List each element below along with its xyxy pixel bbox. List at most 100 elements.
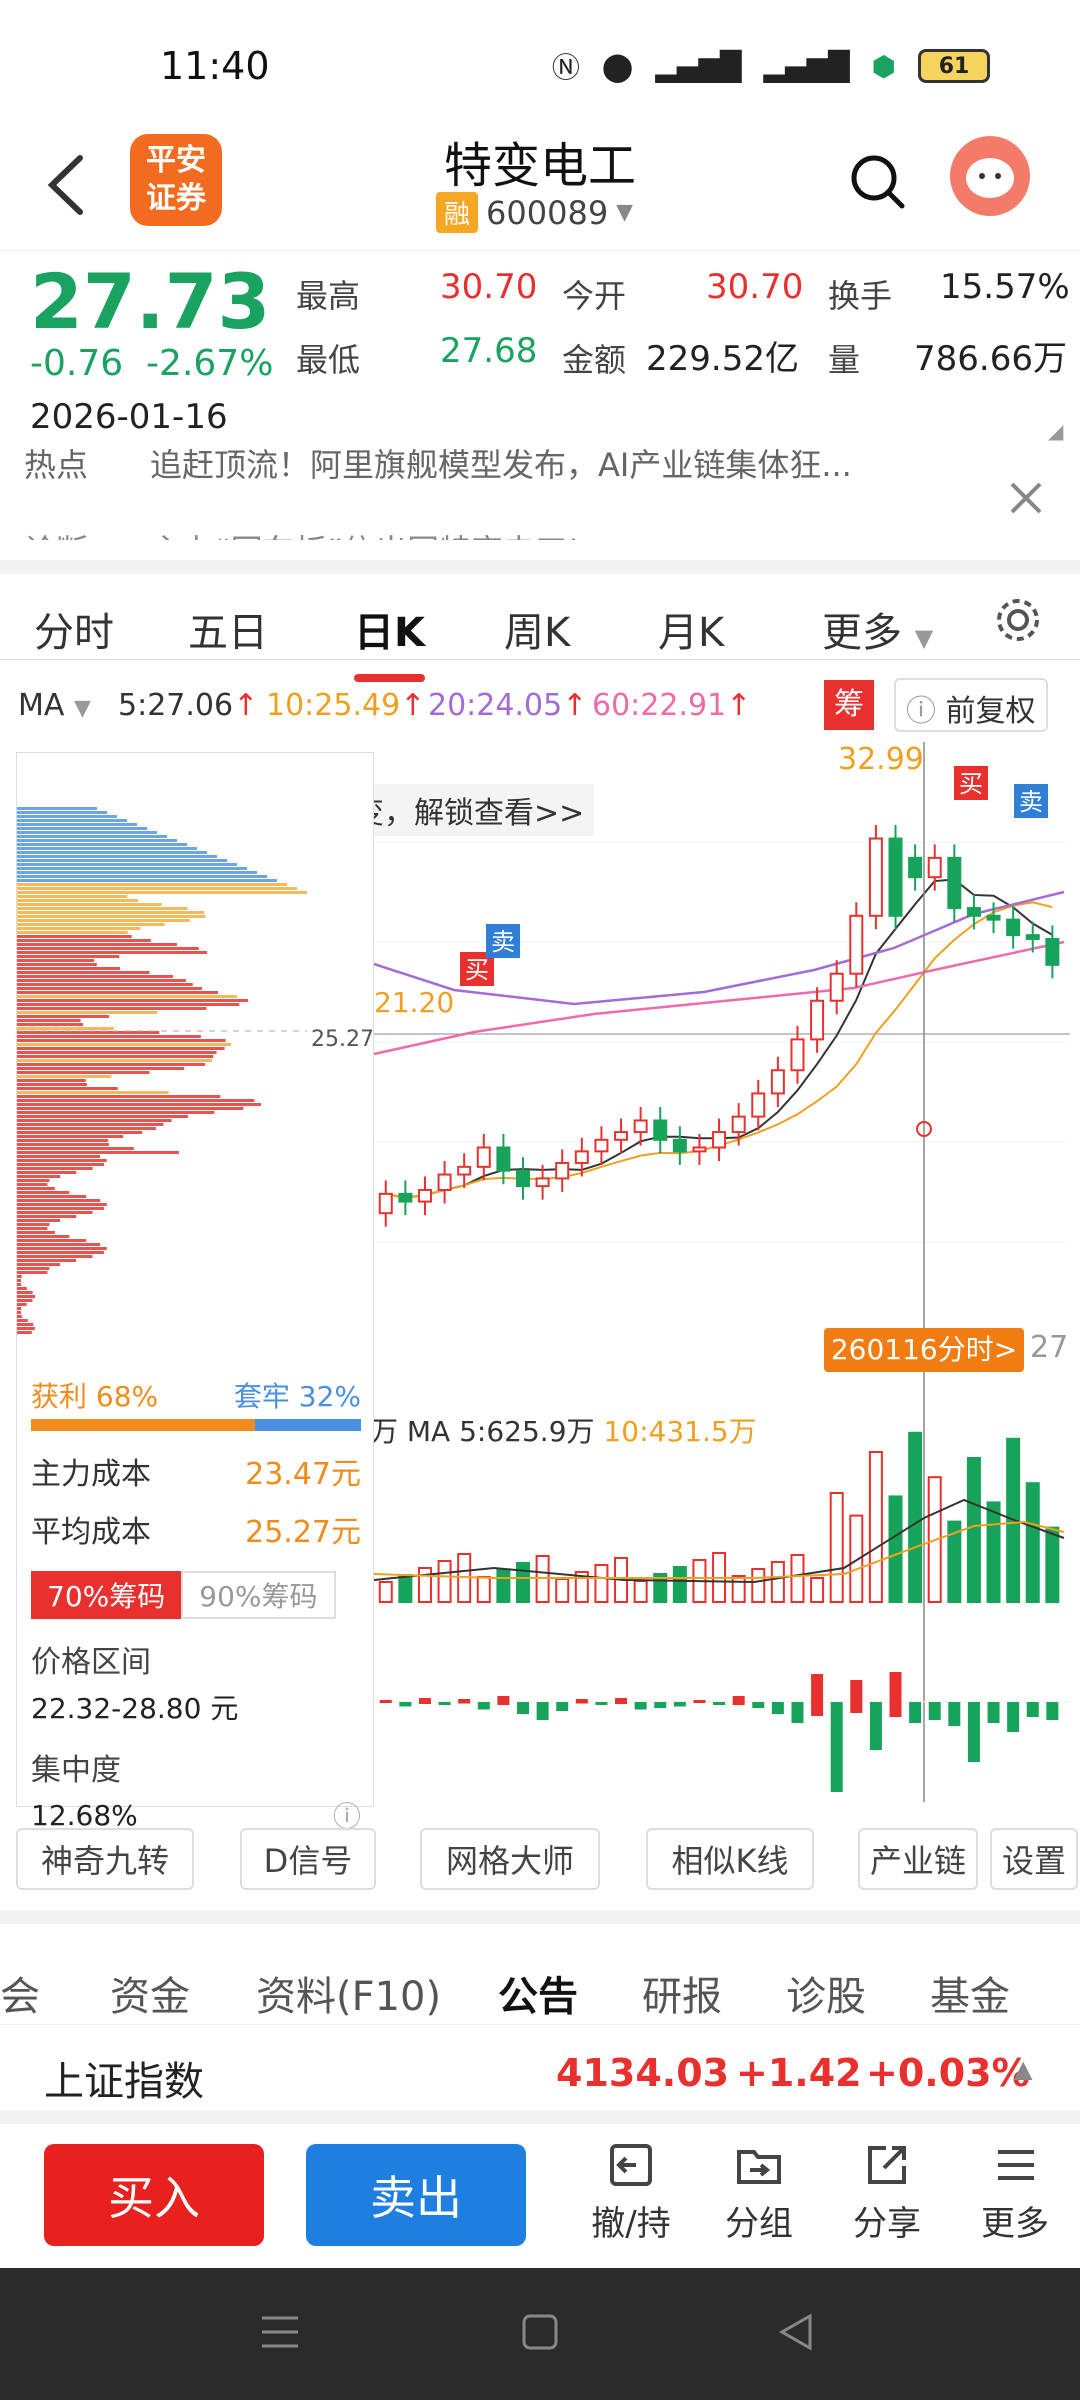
industry-chain-button[interactable]: 产业链 [858, 1828, 978, 1890]
tab-chip-70[interactable]: 70%筹码 [31, 1571, 182, 1619]
chip-bar [17, 911, 205, 914]
volume-bar [496, 1569, 511, 1603]
tab-diagnosis[interactable]: 诊股 [786, 1964, 866, 2022]
close-icon[interactable] [1008, 480, 1044, 516]
macd-bar [967, 1702, 980, 1762]
chip-bar [17, 851, 207, 854]
gear-icon[interactable] [994, 596, 1042, 644]
tab-meeting[interactable]: 会 [0, 1964, 40, 2022]
chip-bar [17, 927, 141, 930]
candle-body [555, 1161, 570, 1180]
group-action[interactable]: 分组 [704, 2140, 814, 2245]
chip-bar [17, 1271, 48, 1274]
location-icon: ⬤ [601, 49, 634, 83]
chip-bar [17, 991, 219, 994]
tab-f10[interactable]: 资料(F10) [256, 1964, 441, 2022]
low-mark: 21.20 [374, 986, 454, 1019]
chip-bar [17, 867, 247, 870]
signal-icon: ▂▄▆█ [655, 49, 742, 83]
candle-body [417, 1189, 432, 1203]
sell-button[interactable]: 卖出 [306, 2144, 526, 2246]
tab-monthly-k[interactable]: 月K [658, 600, 724, 658]
chip-bar [17, 1319, 28, 1322]
candle-body [574, 1150, 589, 1164]
macd-bar [458, 1699, 471, 1704]
menu-nav-icon[interactable] [258, 2312, 302, 2352]
unlock-banner[interactable]: 变，解锁查看>> [344, 784, 595, 836]
chip-bar [17, 907, 188, 910]
share-action[interactable]: 分享 [832, 2140, 942, 2245]
buy-button[interactable]: 买入 [44, 2144, 264, 2246]
tab-daily-k[interactable]: 日K [354, 600, 425, 682]
chip-bar [17, 871, 257, 874]
hold-action[interactable]: 撤/持 [576, 2140, 686, 2245]
chip-toggle-button[interactable]: 筹 [824, 680, 874, 730]
candle-body [535, 1177, 550, 1188]
tool-buttons: 神奇九转 D信号 网格大师 相似K线 产业链 设置 [0, 1828, 1080, 1898]
index-bar[interactable]: 上证指数 4134.03 +1.42 +0.03% ▲ [0, 2024, 1080, 2124]
adjust-selector[interactable]: ⓘ 前复权 [894, 678, 1048, 732]
chip-bar [17, 1275, 22, 1278]
stock-code-selector[interactable]: 融 600089 ▼ [436, 192, 633, 233]
grid-master-button[interactable]: 网格大师 [420, 1828, 600, 1890]
tab-weekly-k[interactable]: 周K [504, 600, 570, 658]
kline-chart[interactable]: 买卖买卖 21.20 变，解锁查看>> 32.99 260116分时> 27 万 … [344, 742, 1070, 1812]
chip-bar [17, 1023, 83, 1026]
ma10-value: 10:25.49↑ [266, 688, 426, 723]
chip-bar [17, 1119, 172, 1122]
tab-five-day[interactable]: 五日 [188, 600, 268, 658]
chip-bar [17, 1063, 206, 1066]
chip-bar [17, 1127, 156, 1130]
volume-bar [770, 1561, 785, 1603]
intraday-popup-button[interactable]: 260116分时> [824, 1328, 1024, 1372]
chip-bar [17, 855, 217, 858]
search-icon[interactable] [848, 152, 908, 212]
macd-bar [909, 1702, 922, 1723]
settings-button[interactable]: 设置 [990, 1828, 1078, 1890]
assistant-avatar-icon[interactable] [950, 136, 1030, 216]
tab-fund[interactable]: 基金 [930, 1964, 1010, 2022]
macd-bar [556, 1702, 569, 1711]
chevron-up-icon[interactable]: ▲ [1014, 2055, 1032, 2083]
volume-bar [476, 1576, 491, 1603]
chip-bar [17, 883, 287, 886]
macd-bar [693, 1700, 706, 1703]
d-signal-button[interactable]: D信号 [240, 1828, 376, 1890]
magic-nine-button[interactable]: 神奇九转 [16, 1828, 194, 1890]
stock-header: 平安 证券 特变电工 融 600089 ▼ [0, 120, 1080, 250]
news-ticker[interactable]: 热点 追赶顶流！阿里旗舰模型发布，AI产业链集体狂... 诊断 主力“回车板”信… [0, 440, 1080, 540]
chip-bar [17, 1199, 101, 1202]
volume-bar [908, 1431, 923, 1603]
more-action[interactable]: 更多 [960, 2140, 1070, 2245]
tab-chip-90[interactable]: 90%筹码 [181, 1571, 336, 1619]
chip-bar [17, 1307, 22, 1310]
chip-bar [17, 1263, 61, 1266]
chip-bar [17, 971, 150, 974]
tab-intraday[interactable]: 分时 [34, 600, 114, 658]
stock-name: 特变电工 [443, 138, 636, 194]
candle-body [1006, 918, 1021, 937]
concentration-label: 集中度 [31, 1753, 121, 1788]
index-pct: +0.03% [866, 2051, 1030, 2095]
tab-more[interactable]: 更多 ▼ [822, 600, 933, 658]
status-bar: 11:40 Ⓝ ⬤ ▂▄▆█ ▂▄▆█ ⬢ 61 [0, 0, 1080, 130]
turnover-value: 15.57% [940, 267, 1070, 307]
chip-bar [17, 863, 237, 866]
ma-selector[interactable]: MA ▼ [18, 688, 91, 723]
tab-funds[interactable]: 资金 [110, 1964, 190, 2022]
candle-body [398, 1192, 413, 1203]
chip-bar [17, 891, 307, 894]
chip-bar [17, 1043, 232, 1046]
chip-bar [17, 827, 147, 830]
chip-bar [17, 1115, 188, 1118]
volume-bar [790, 1554, 805, 1603]
home-nav-icon[interactable] [520, 2312, 560, 2352]
macd-bar [379, 1700, 392, 1703]
chip-bar [17, 831, 157, 834]
tab-research[interactable]: 研报 [642, 1964, 722, 2022]
similar-k-button[interactable]: 相似K线 [646, 1828, 814, 1890]
hot-label: 热点 [24, 446, 89, 484]
back-nav-icon[interactable] [776, 2312, 816, 2352]
ma-indicator-row: MA ▼ 5:27.06↑ 10:25.49↑ 20:24.05↑ 60:22.… [0, 676, 1080, 736]
tab-announcements[interactable]: 公告 [498, 1964, 578, 2022]
